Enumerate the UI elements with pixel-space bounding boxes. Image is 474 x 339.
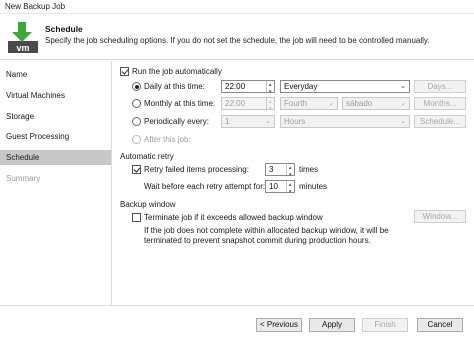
monthly-day-select[interactable]: sábado ⌄ bbox=[342, 97, 410, 110]
backup-window-note-line1: If the job does not complete within allo… bbox=[144, 226, 389, 235]
svg-text:vm: vm bbox=[16, 43, 29, 53]
sidebar-item-summary: Summary bbox=[6, 174, 41, 183]
run-automatically-label: Run the job automatically bbox=[132, 67, 222, 76]
terminate-job-checkbox[interactable] bbox=[132, 213, 141, 222]
retry-wait-label: Wait before each retry attempt for: bbox=[144, 182, 266, 191]
monthly-time-input[interactable]: 22:00 bbox=[221, 96, 275, 114]
months-button[interactable]: Months... bbox=[414, 97, 466, 110]
retry-wait-input[interactable]: 10 bbox=[265, 179, 295, 197]
previous-button[interactable]: < Previous bbox=[256, 318, 302, 332]
window-titlebar: New Backup Job bbox=[0, 0, 474, 14]
chevron-down-icon: ⌄ bbox=[400, 118, 406, 125]
daily-radio[interactable] bbox=[132, 82, 141, 91]
window-title: New Backup Job bbox=[5, 2, 66, 11]
retry-failed-checkbox[interactable] bbox=[132, 165, 141, 174]
page-title: Schedule bbox=[45, 24, 83, 34]
sidebar-item-schedule[interactable]: Schedule bbox=[0, 150, 111, 165]
days-button[interactable]: Days... bbox=[414, 80, 466, 93]
retry-failed-label: Retry failed items processing: bbox=[144, 165, 249, 174]
sidebar-item-storage[interactable]: Storage bbox=[0, 109, 111, 124]
after-job-radio[interactable] bbox=[132, 135, 141, 144]
backup-window-heading: Backup window bbox=[120, 200, 176, 209]
schedule-button[interactable]: Schedule... bbox=[414, 115, 466, 128]
after-job-label: After this job: bbox=[144, 135, 191, 144]
backup-window-note-line2: terminated to prevent snapshot commit du… bbox=[144, 236, 371, 245]
wizard-header: vm Schedule Specify the job scheduling o… bbox=[0, 14, 474, 60]
periodically-label: Periodically every: bbox=[144, 117, 209, 126]
monthly-label: Monthly at this time: bbox=[144, 99, 216, 108]
sidebar-item-guest-processing[interactable]: Guest Processing bbox=[0, 129, 111, 144]
monthly-time-spinner[interactable] bbox=[266, 96, 274, 114]
daily-frequency-select[interactable]: Everyday ⌄ bbox=[280, 80, 410, 93]
daily-time-input[interactable]: 22:00 bbox=[221, 79, 275, 97]
apply-button[interactable]: Apply bbox=[309, 318, 355, 332]
terminate-job-label: Terminate job if it exceeds allowed back… bbox=[144, 213, 323, 222]
daily-label: Daily at this time: bbox=[144, 82, 205, 91]
retry-wait-unit-label: minutes bbox=[299, 182, 328, 191]
window-button[interactable]: Window... bbox=[414, 210, 466, 223]
sidebar-item-name[interactable]: Name bbox=[0, 67, 111, 82]
chevron-down-icon: ⌄ bbox=[265, 118, 271, 125]
chevron-down-icon: ⌄ bbox=[328, 100, 334, 107]
wizard-footer: < Previous Apply Finish Cancel bbox=[0, 305, 474, 339]
periodically-unit-select[interactable]: Hours ⌄ bbox=[280, 115, 410, 128]
chevron-down-icon: ⌄ bbox=[400, 100, 406, 107]
retry-unit-label: times bbox=[299, 165, 319, 174]
monthly-radio[interactable] bbox=[132, 99, 141, 108]
run-automatically-checkbox[interactable] bbox=[120, 67, 129, 76]
page-description: Specify the job scheduling options. If y… bbox=[45, 36, 430, 45]
periodically-radio[interactable] bbox=[132, 117, 141, 126]
vm-download-icon: vm bbox=[8, 22, 38, 53]
daily-time-spinner[interactable] bbox=[266, 79, 274, 97]
cancel-button[interactable]: Cancel bbox=[417, 318, 463, 332]
automatic-retry-heading: Automatic retry bbox=[120, 152, 174, 161]
sidebar-item-virtual-machines[interactable]: Virtual Machines bbox=[0, 88, 111, 103]
monthly-week-select[interactable]: Fourth ⌄ bbox=[280, 97, 338, 110]
retry-count-input[interactable]: 3 bbox=[265, 162, 295, 180]
retry-count-spinner[interactable] bbox=[286, 162, 294, 180]
periodically-value-select[interactable]: 1 ⌄ bbox=[221, 115, 275, 128]
finish-button[interactable]: Finish bbox=[362, 318, 408, 332]
schedule-panel: Run the job automatically Daily at this … bbox=[113, 61, 474, 305]
retry-wait-spinner[interactable] bbox=[286, 179, 294, 197]
wizard-steps-sidebar: Name Virtual Machines Storage Guest Proc… bbox=[0, 61, 112, 305]
chevron-down-icon: ⌄ bbox=[400, 83, 406, 90]
